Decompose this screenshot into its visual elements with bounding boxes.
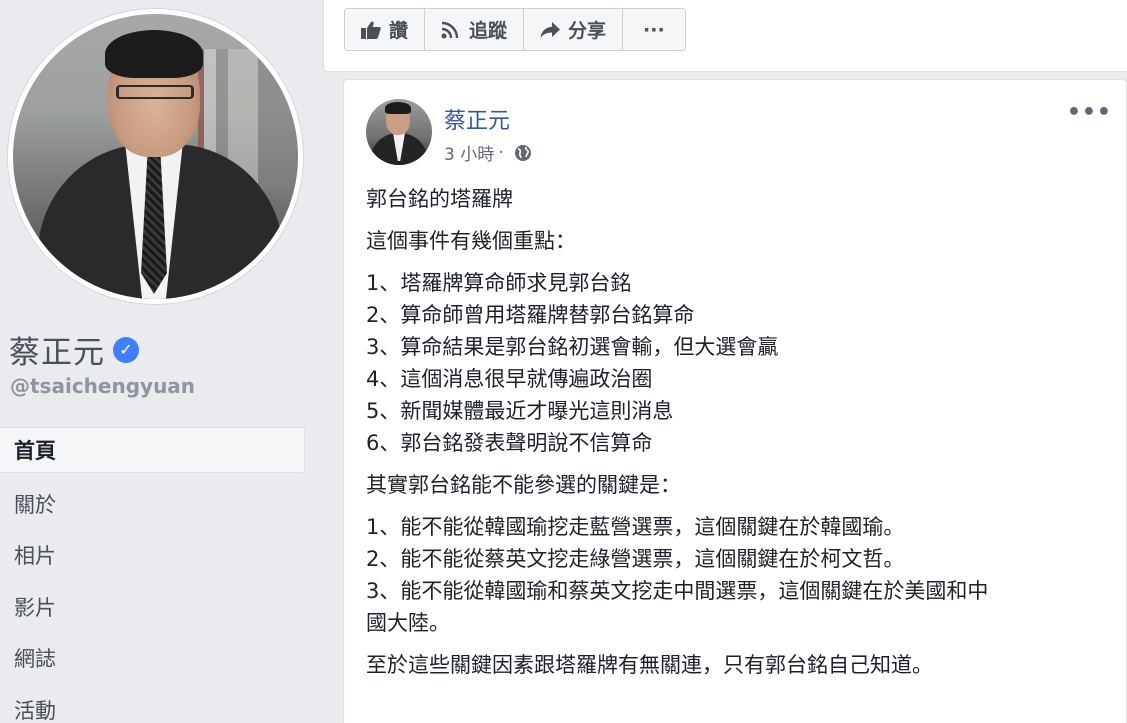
list-item: 國大陸。 [366,611,450,635]
post-title: 郭台銘的塔羅牌 [366,187,513,211]
page-handle[interactable]: @tsaichengyuan [10,374,195,398]
action-strip: 讚 追蹤 分享 ··· [323,0,1127,72]
more-dots-icon: ··· [643,18,665,41]
page-name: 蔡正元 ✓ [9,327,139,372]
post-intro: 這個事件有幾個重點： [366,229,576,253]
nav-item-about[interactable]: 關於 [0,478,305,530]
meta-separator: · [498,142,504,163]
list-item: 2、能不能從蔡英文挖走綠營選票，這個關鍵在於柯文哲。 [366,547,905,571]
like-button[interactable]: 讚 [345,9,426,50]
list-item: 1、塔羅牌算命師求見郭台銘 [366,271,632,295]
verified-badge-icon: ✓ [113,336,139,363]
points-list: 1、塔羅牌算命師求見郭台銘 2、算命師曾用塔羅牌替郭台銘算命 3、算命結果是郭台… [366,267,1121,459]
follow-label: 追蹤 [469,20,508,42]
profile-photo [13,14,298,299]
post-conclusion: 至於這些關鍵因素跟塔羅牌有無關連，只有郭台銘自己知道。 [366,653,933,677]
like-label: 讚 [389,20,409,42]
post-author-avatar[interactable] [366,99,432,165]
page-nav: 首頁 關於 相片 影片 網誌 活動 [0,427,305,723]
list-item: 5、新聞媒體最近才曝光這則消息 [366,399,674,423]
nav-item-photos[interactable]: 相片 [0,530,305,582]
post-card: 蔡正元 3 小時 · ••• 郭台銘的塔羅牌 這個事件有幾個重點： 1、塔羅牌算… [343,79,1127,723]
list-item: 6、郭台銘發表聲明說不信算命 [366,431,653,455]
thumbs-up-icon [361,21,381,39]
share-label: 分享 [568,20,607,42]
page-action-bar: 讚 追蹤 分享 ··· [344,8,686,51]
list-item: 3、算命結果是郭台銘初選會輸，但大選會贏 [366,335,779,359]
share-button[interactable]: 分享 [524,9,624,50]
globe-icon[interactable] [514,144,532,162]
page-name-text[interactable]: 蔡正元 [9,327,105,372]
key-intro: 其實郭台銘能不能參選的關鍵是： [366,473,681,497]
main-column: 讚 追蹤 分享 ··· 蔡正元 3 小時 · ••• 郭台銘的塔羅牌 這個事件有… [323,0,1127,723]
left-column: 蔡正元 ✓ @tsaichengyuan 首頁 關於 相片 影片 網誌 活動 [0,0,323,723]
nav-item-events[interactable]: 活動 [0,684,305,723]
nav-item-videos[interactable]: 影片 [0,581,305,633]
share-arrow-icon [540,21,561,39]
list-item: 1、能不能從韓國瑜挖走藍營選票，這個關鍵在於韓國瑜。 [366,515,905,539]
nav-item-notes[interactable]: 網誌 [0,633,305,685]
list-item: 4、這個消息很早就傳遍政治圈 [366,367,653,391]
keys-list: 1、能不能從韓國瑜挖走藍營選票，這個關鍵在於韓國瑜。 2、能不能從蔡英文挖走綠營… [366,511,1121,639]
follow-button[interactable]: 追蹤 [425,9,525,50]
nav-item-home[interactable]: 首頁 [0,427,305,473]
list-item: 3、能不能從韓國瑜和蔡英文挖走中間選票，這個關鍵在於美國和中 [366,579,989,603]
post-timestamp[interactable]: 3 小時 [444,140,494,165]
post-meta: 3 小時 · [444,140,532,165]
profile-picture[interactable] [8,9,303,304]
list-item: 2、算命師曾用塔羅牌替郭台銘算命 [366,303,695,327]
more-actions-button[interactable]: ··· [623,9,685,50]
post-body: 郭台銘的塔羅牌 這個事件有幾個重點： 1、塔羅牌算命師求見郭台銘 2、算命師曾用… [366,183,1121,691]
rss-follow-icon [441,21,461,39]
post-options-button[interactable]: ••• [1067,100,1112,125]
post-author-name[interactable]: 蔡正元 [444,103,510,135]
